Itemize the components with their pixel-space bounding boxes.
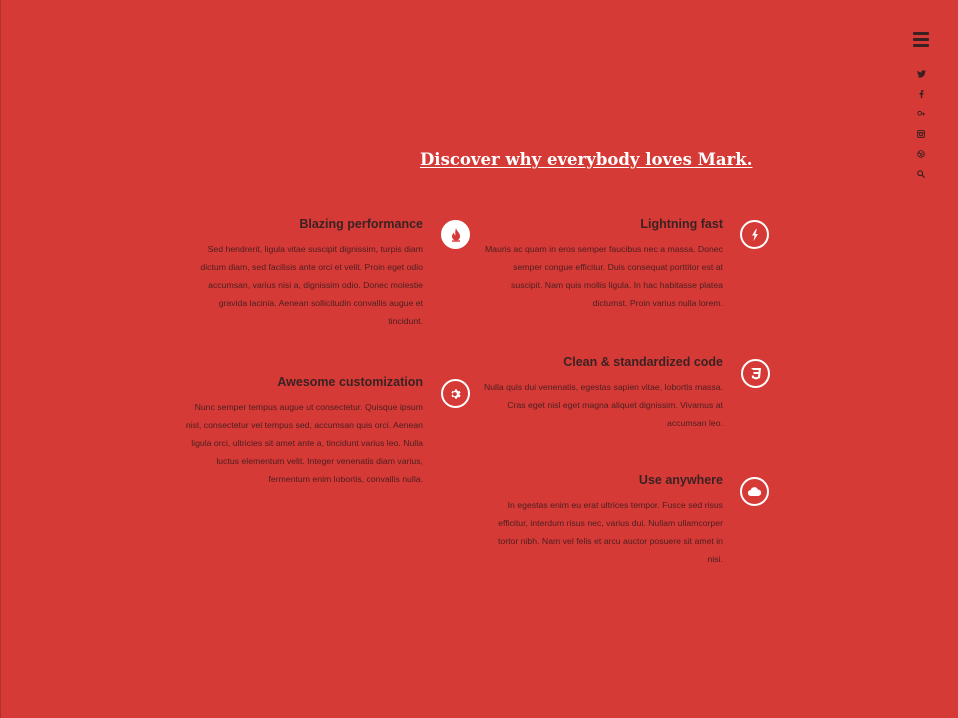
hamburger-icon[interactable]: [913, 32, 929, 48]
feature-text: Nunc semper tempus augue ut consectetur.…: [185, 402, 423, 484]
feature-title: Use anywhere: [638, 473, 723, 487]
page-edge: [0, 0, 1, 718]
search-icon[interactable]: [912, 164, 930, 184]
flame-icon: [441, 220, 470, 249]
feature-text: Mauris ac quam in eros semper faucibus n…: [484, 244, 723, 308]
feature-text: In egestas enim eu erat ultrices tempor.…: [497, 500, 723, 564]
lightning-icon: [740, 220, 769, 249]
feature-lightning-fast: Lightning fast Mauris ac quam in eros se…: [482, 216, 723, 312]
feature-title: Clean & standardized code: [563, 355, 723, 369]
feature-clean-code: Clean & standardized code Nulla quis dui…: [482, 354, 723, 432]
section-heading[interactable]: Discover why everybody loves Mark.: [420, 150, 752, 169]
feature-use-anywhere: Use anywhere In egestas enim eu erat ult…: [482, 472, 723, 568]
cloud-icon: [740, 477, 769, 506]
facebook-icon[interactable]: [912, 84, 930, 104]
twitter-icon[interactable]: [912, 64, 930, 84]
feature-title: Blazing performance: [299, 217, 423, 231]
google-plus-icon[interactable]: [912, 104, 930, 124]
feature-text: Sed hendrerit, ligula vitae suscipit dig…: [200, 244, 423, 326]
feature-awesome-customization: Awesome customization Nunc semper tempus…: [182, 374, 423, 488]
feature-title: Awesome customization: [277, 375, 423, 389]
feature-text: Nulla quis dui venenatis, egestas sapien…: [483, 382, 723, 428]
social-links: [912, 64, 930, 184]
css3-icon: [741, 359, 770, 388]
dribbble-icon[interactable]: [912, 144, 930, 164]
feature-title: Lightning fast: [640, 217, 723, 231]
feature-blazing-performance: Blazing performance Sed hendrerit, ligul…: [182, 216, 423, 330]
gear-icon: [441, 379, 470, 408]
instagram-icon[interactable]: [912, 124, 930, 144]
